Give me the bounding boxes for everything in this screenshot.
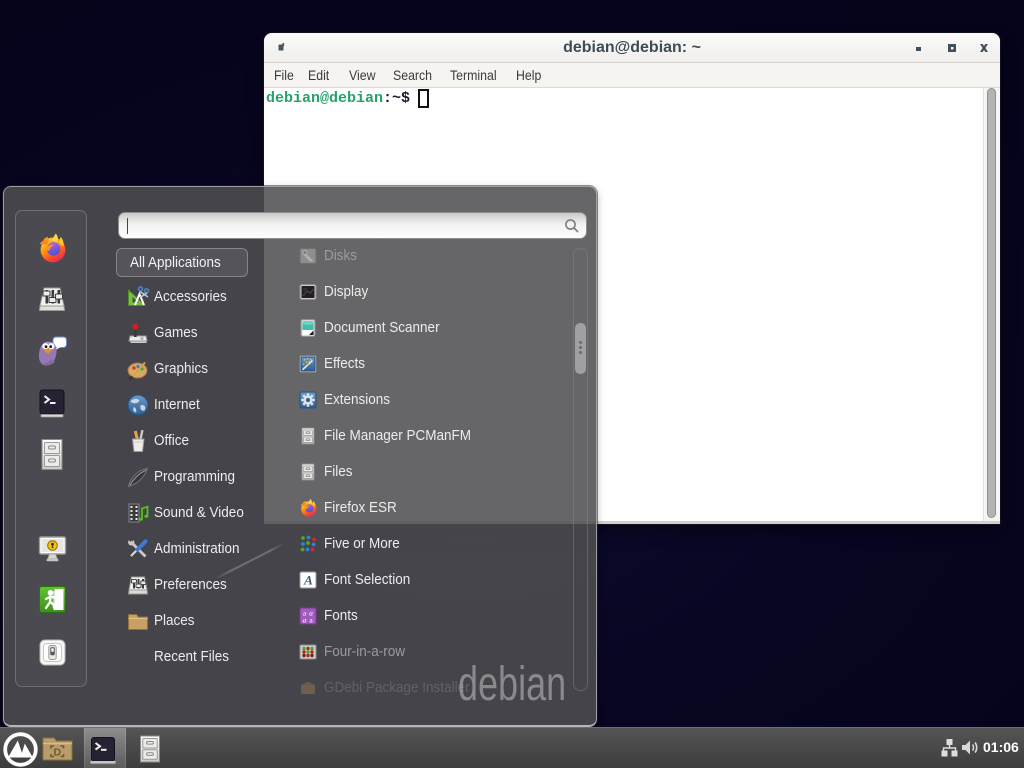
svg-text:a: a [303,616,307,625]
svg-text:D: D [54,746,62,758]
svg-text:A: A [303,573,313,588]
